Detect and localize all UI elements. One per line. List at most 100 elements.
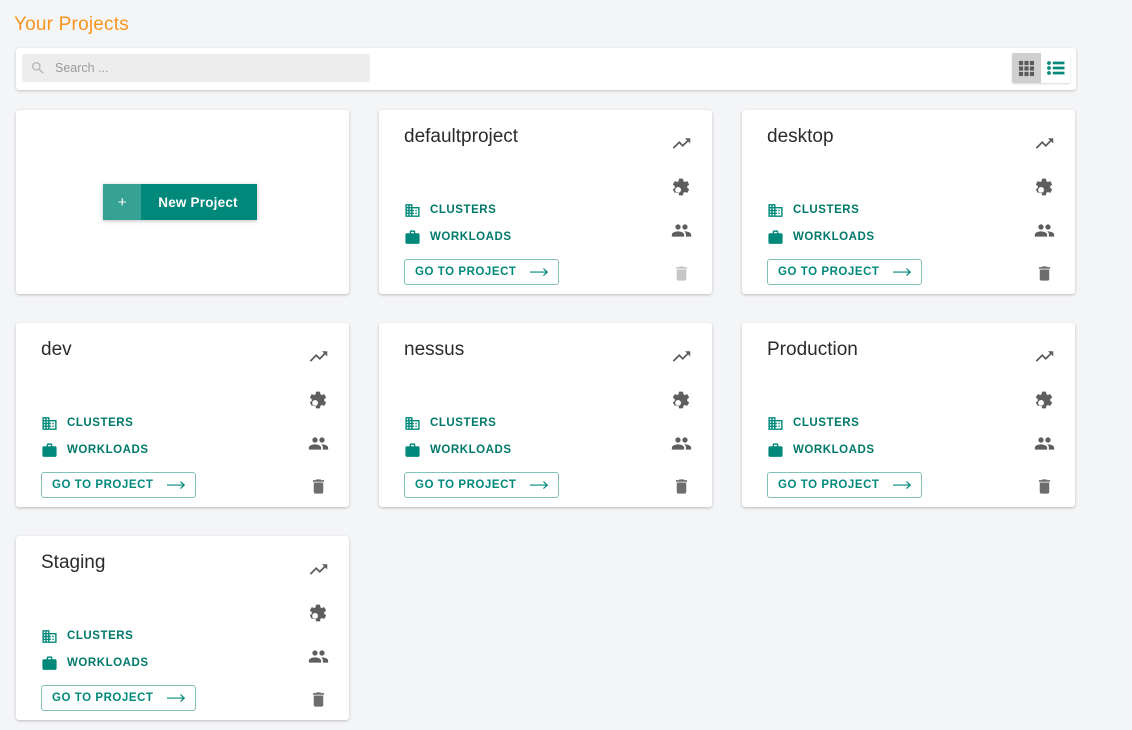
go-to-project-label: GO TO PROJECT: [415, 266, 517, 278]
arrow-right-icon: [529, 480, 549, 491]
project-settings-button[interactable]: [301, 596, 335, 630]
arrow-right-icon: [166, 480, 186, 491]
workloads-label: WORKLOADS: [67, 657, 149, 669]
grid-view-button[interactable]: [1012, 53, 1041, 83]
workloads-label: WORKLOADS: [67, 444, 149, 456]
briefcase-icon: [767, 442, 784, 459]
project-card: Production CLUSTERS WORKLOADS GO TO PROJECT: [742, 323, 1075, 507]
arrow-right-icon: [166, 693, 186, 704]
project-name: Staging: [41, 552, 106, 573]
project-links: CLUSTERS WORKLOADS GO TO PROJECT: [41, 625, 196, 711]
project-links: CLUSTERS WORKLOADS GO TO PROJECT: [404, 412, 559, 498]
project-settings-button[interactable]: [664, 383, 698, 417]
go-to-project-label: GO TO PROJECT: [778, 479, 880, 491]
project-settings-button[interactable]: [664, 170, 698, 204]
project-links: CLUSTERS WORKLOADS GO TO PROJECT: [767, 412, 922, 498]
trending-up-icon: [1027, 126, 1061, 160]
go-to-project-label: GO TO PROJECT: [778, 266, 880, 278]
new-project-label: New Project: [141, 184, 257, 220]
project-workloads-link[interactable]: WORKLOADS: [767, 226, 922, 248]
arrow-right-icon: [892, 480, 912, 491]
workloads-label: WORKLOADS: [430, 444, 512, 456]
list-view-button[interactable]: [1041, 53, 1070, 83]
project-workloads-link[interactable]: WORKLOADS: [41, 439, 196, 461]
project-actions: [664, 339, 698, 503]
workloads-label: WORKLOADS: [793, 231, 875, 243]
project-links: CLUSTERS WORKLOADS GO TO PROJECT: [41, 412, 196, 498]
grid-icon: [1018, 60, 1035, 76]
projects-grid: + New Project defaultproject CLUSTERS WORK…: [16, 110, 1076, 720]
projects-toolbar: [16, 48, 1076, 90]
project-clusters-link[interactable]: CLUSTERS: [41, 625, 196, 647]
go-to-project-label: GO TO PROJECT: [415, 479, 517, 491]
project-delete-button[interactable]: [1027, 469, 1061, 503]
project-actions: [1027, 339, 1061, 503]
view-toggle[interactable]: [1012, 53, 1070, 83]
project-clusters-link[interactable]: CLUSTERS: [404, 199, 559, 221]
go-to-project-label: GO TO PROJECT: [52, 692, 154, 704]
project-actions: [1027, 126, 1061, 290]
building-icon: [767, 202, 784, 219]
project-card: desktop CLUSTERS WORKLOADS GO TO PROJECT: [742, 110, 1075, 294]
clusters-label: CLUSTERS: [430, 417, 497, 429]
briefcase-icon: [41, 655, 58, 672]
project-clusters-link[interactable]: CLUSTERS: [404, 412, 559, 434]
project-workloads-link[interactable]: WORKLOADS: [41, 652, 196, 674]
project-actions: [301, 339, 335, 503]
project-workloads-link[interactable]: WORKLOADS: [404, 226, 559, 248]
project-settings-button[interactable]: [1027, 170, 1061, 204]
building-icon: [404, 415, 421, 432]
briefcase-icon: [404, 442, 421, 459]
project-links: CLUSTERS WORKLOADS GO TO PROJECT: [404, 199, 559, 285]
project-delete-button[interactable]: [1027, 256, 1061, 290]
project-delete-button[interactable]: [301, 682, 335, 716]
go-to-project-button[interactable]: GO TO PROJECT: [41, 685, 196, 711]
project-members-button[interactable]: [1027, 426, 1061, 460]
go-to-project-label: GO TO PROJECT: [52, 479, 154, 491]
project-delete-button[interactable]: [301, 469, 335, 503]
project-name: dev: [41, 339, 72, 360]
building-icon: [404, 202, 421, 219]
clusters-label: CLUSTERS: [793, 204, 860, 216]
list-icon: [1046, 61, 1064, 75]
workloads-label: WORKLOADS: [430, 231, 512, 243]
go-to-project-button[interactable]: GO TO PROJECT: [767, 259, 922, 285]
project-members-button[interactable]: [664, 213, 698, 247]
search-icon: [32, 62, 44, 74]
project-actions: [664, 126, 698, 290]
project-name: defaultproject: [404, 126, 519, 147]
search-box[interactable]: [22, 54, 370, 82]
project-name: desktop: [767, 126, 834, 147]
go-to-project-button[interactable]: GO TO PROJECT: [767, 472, 922, 498]
project-members-button[interactable]: [301, 639, 335, 673]
project-settings-button[interactable]: [301, 383, 335, 417]
project-members-button[interactable]: [301, 426, 335, 460]
project-actions: [301, 552, 335, 716]
project-members-button[interactable]: [664, 426, 698, 460]
project-card: defaultproject CLUSTERS WORKLOADS GO TO PRO…: [379, 110, 712, 294]
project-clusters-link[interactable]: CLUSTERS: [41, 412, 196, 434]
project-card: nessus CLUSTERS WORKLOADS GO TO PROJECT: [379, 323, 712, 507]
project-settings-button[interactable]: [1027, 383, 1061, 417]
go-to-project-button[interactable]: GO TO PROJECT: [404, 472, 559, 498]
project-clusters-link[interactable]: CLUSTERS: [767, 199, 922, 221]
new-project-button[interactable]: + New Project: [103, 184, 257, 220]
arrow-right-icon: [892, 267, 912, 278]
project-name: Production: [767, 339, 858, 360]
trending-up-icon: [664, 126, 698, 160]
project-clusters-link[interactable]: CLUSTERS: [767, 412, 922, 434]
building-icon: [41, 415, 58, 432]
trending-up-icon: [301, 339, 335, 373]
go-to-project-button[interactable]: GO TO PROJECT: [404, 259, 559, 285]
trending-up-icon: [301, 552, 335, 586]
project-delete-button: [664, 256, 698, 290]
project-workloads-link[interactable]: WORKLOADS: [767, 439, 922, 461]
project-workloads-link[interactable]: WORKLOADS: [404, 439, 559, 461]
search-input[interactable]: [55, 55, 362, 81]
go-to-project-button[interactable]: GO TO PROJECT: [41, 472, 196, 498]
new-project-plus-icon: +: [103, 184, 142, 220]
trending-up-icon: [1027, 339, 1061, 373]
project-delete-button[interactable]: [664, 469, 698, 503]
clusters-label: CLUSTERS: [793, 417, 860, 429]
project-members-button[interactable]: [1027, 213, 1061, 247]
